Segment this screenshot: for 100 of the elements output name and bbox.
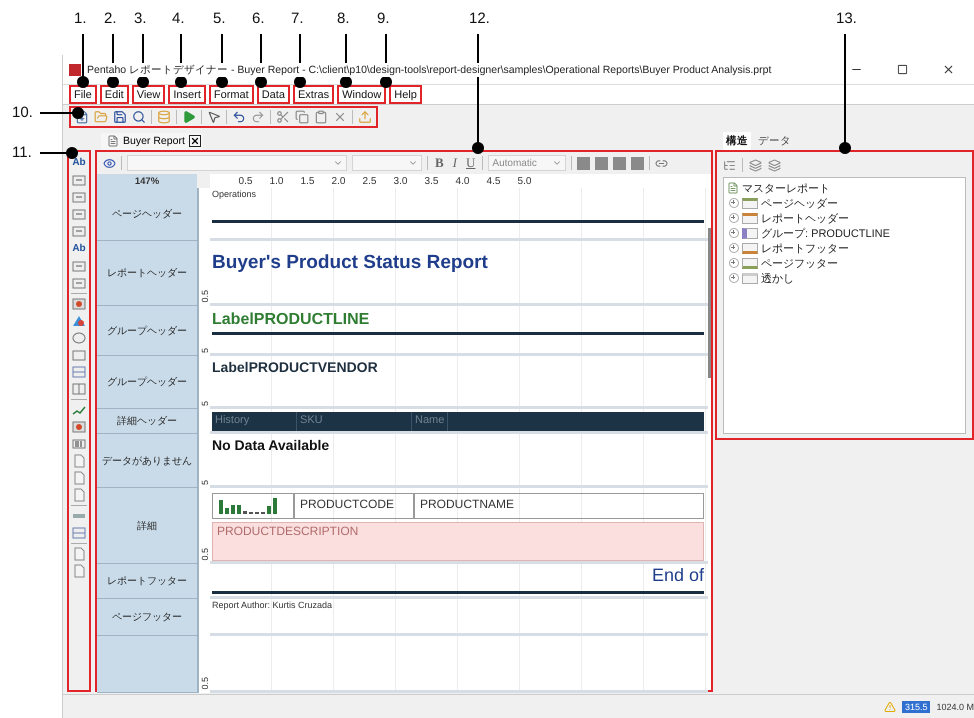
band-label[interactable]: 詳細ヘッダー xyxy=(97,409,197,434)
memory-total: 1024.0 M xyxy=(936,702,974,712)
column-header: Name xyxy=(412,412,448,431)
document-tool-icon[interactable] xyxy=(72,471,86,485)
report-label: LabelPRODUCTVENDOR xyxy=(212,359,379,375)
align-left-icon[interactable] xyxy=(577,156,590,170)
description-field: PRODUCTDESCRIPTION xyxy=(212,522,704,561)
band-canvas[interactable]: Report Author: Kurtis Cruzada xyxy=(210,599,708,636)
band-canvas[interactable]: PRODUCTCODE PRODUCTNAME PRODUCTDESCRIPTION xyxy=(210,488,708,564)
tree-item[interactable]: レポートフッター xyxy=(761,240,849,256)
band-label[interactable]: ページフッター xyxy=(97,599,197,636)
zoom-level: 147% xyxy=(97,174,197,188)
callout-pointer xyxy=(40,147,78,159)
pointer-icon[interactable] xyxy=(207,110,221,124)
tree-item[interactable]: グループ: PRODUCTLINE xyxy=(761,226,890,240)
report-icon xyxy=(727,182,739,194)
band-canvas[interactable]: Operations xyxy=(210,188,708,241)
field-tool-icon[interactable] xyxy=(72,190,86,204)
field-tool-icon[interactable] xyxy=(72,276,86,290)
ruler-mark: 5 xyxy=(200,348,210,353)
document-tool-icon[interactable] xyxy=(72,488,86,502)
layers-icon[interactable] xyxy=(749,158,762,172)
document-tab[interactable]: Buyer Report xyxy=(101,133,203,150)
split-box-tool-icon[interactable] xyxy=(72,382,86,396)
expand-toggle[interactable] xyxy=(729,228,739,238)
image-tool-icon[interactable] xyxy=(72,297,86,311)
paste-icon[interactable] xyxy=(314,110,328,124)
band-tool-icon[interactable] xyxy=(72,526,86,540)
vertical-scrollbar[interactable] xyxy=(708,188,711,690)
cut-icon[interactable] xyxy=(276,110,290,124)
database-icon[interactable] xyxy=(157,110,171,124)
band-label[interactable]: 詳細 xyxy=(97,488,197,564)
underline-button[interactable]: U xyxy=(464,155,478,171)
expand-toggle[interactable] xyxy=(729,258,739,268)
expand-toggle[interactable] xyxy=(729,198,739,208)
field-tool-icon[interactable] xyxy=(72,224,86,238)
run-icon[interactable] xyxy=(182,110,196,124)
redo-icon[interactable] xyxy=(251,110,265,124)
field-tool-icon[interactable] xyxy=(72,207,86,221)
band-label[interactable]: レポートフッター xyxy=(97,564,197,599)
image-tool-icon[interactable] xyxy=(72,420,86,434)
expand-toggle[interactable] xyxy=(729,273,739,283)
tree-item[interactable]: ページヘッダー xyxy=(761,196,838,210)
publish-icon[interactable] xyxy=(358,110,372,124)
undo-icon[interactable] xyxy=(232,110,246,124)
copy-icon[interactable] xyxy=(295,110,309,124)
layers-icon[interactable] xyxy=(768,158,781,172)
band-label[interactable]: ページヘッダー xyxy=(97,188,197,241)
callout-number: 11. xyxy=(12,144,32,161)
panel-tab[interactable]: データ xyxy=(755,132,794,150)
document-tool-icon[interactable] xyxy=(72,547,86,561)
tree-item[interactable]: マスターレポート xyxy=(742,180,830,196)
ellipse-tool-icon[interactable] xyxy=(72,331,86,345)
band-canvas[interactable]: LabelPRODUCTLINE xyxy=(210,306,708,356)
band-canvas[interactable]: No Data Available xyxy=(210,434,708,488)
band-label[interactable]: グループヘッダー xyxy=(97,356,197,409)
folder-icon[interactable] xyxy=(94,110,108,124)
close-icon[interactable] xyxy=(942,63,954,76)
band-canvas[interactable]: End of xyxy=(210,564,708,599)
tree-item[interactable]: ページフッター xyxy=(761,256,838,270)
save-icon[interactable] xyxy=(113,110,127,124)
document-tool-icon[interactable] xyxy=(72,564,86,578)
align-right-icon[interactable] xyxy=(613,156,626,170)
callout-number: 2. xyxy=(104,10,117,27)
band-canvas[interactable]: LabelPRODUCTVENDOR xyxy=(210,356,708,409)
eye-icon[interactable] xyxy=(103,156,116,170)
field-tool-icon[interactable] xyxy=(72,173,86,187)
report-label: LabelPRODUCTLINE xyxy=(212,311,370,329)
label-tool-button[interactable]: Ab xyxy=(72,155,86,170)
band-label[interactable]: データがありません xyxy=(97,434,197,488)
justify-icon[interactable] xyxy=(631,156,644,170)
document-icon xyxy=(107,135,119,147)
callout-number: 3. xyxy=(134,10,147,27)
menu-item[interactable]: Help xyxy=(389,85,422,104)
tab-label: Buyer Report xyxy=(123,135,185,147)
expand-toggle[interactable] xyxy=(729,243,739,253)
report-title: Buyer's Product Status Report xyxy=(212,252,489,274)
callout-number: 10. xyxy=(12,104,33,121)
barcode-tool-icon[interactable] xyxy=(72,437,86,451)
tree-view-icon[interactable] xyxy=(723,158,736,172)
bold-button[interactable]: B xyxy=(433,155,446,171)
shapes-tool-icon[interactable] xyxy=(72,314,86,328)
band-label[interactable]: レポートヘッダー xyxy=(97,241,197,306)
band-canvas[interactable]: Buyer's Product Status Report xyxy=(210,241,708,306)
align-center-icon[interactable] xyxy=(595,156,608,170)
search-icon[interactable] xyxy=(132,110,146,124)
new-file-icon[interactable] xyxy=(75,110,89,124)
band-label[interactable]: グループヘッダー xyxy=(97,306,197,356)
italic-button[interactable]: I xyxy=(450,155,460,171)
maximize-icon[interactable] xyxy=(896,64,908,75)
label-tool-button[interactable]: Ab xyxy=(72,241,86,256)
close-tab-button[interactable] xyxy=(188,135,201,147)
expand-toggle[interactable] xyxy=(729,213,739,223)
band-tool-icon[interactable] xyxy=(72,365,86,379)
rectangle-tool-icon[interactable] xyxy=(72,348,86,362)
tree-item[interactable]: 透かし xyxy=(761,270,794,286)
tree-item[interactable]: レポートヘッダー xyxy=(761,210,849,226)
callout-number: 6. xyxy=(252,10,265,27)
panel-tab[interactable]: 構造 xyxy=(723,132,751,150)
field-tool-icon[interactable] xyxy=(72,259,86,273)
